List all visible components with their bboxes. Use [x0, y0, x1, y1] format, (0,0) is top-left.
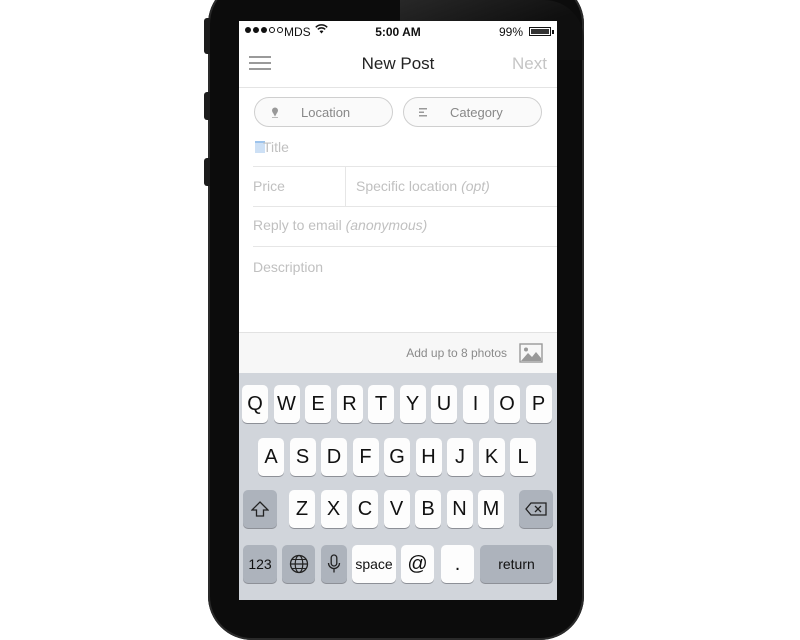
key-b[interactable]: B [415, 490, 441, 528]
key-y[interactable]: Y [399, 385, 426, 423]
location-pin-icon [272, 107, 278, 118]
key-c[interactable]: C [352, 490, 378, 528]
silent-switch [204, 18, 210, 54]
phone-screen: MDS 5:00 AM 99% New Post Next Location C… [239, 21, 557, 600]
key-z[interactable]: Z [289, 490, 315, 528]
location-button[interactable]: Location [254, 97, 393, 127]
key-k[interactable]: K [478, 438, 505, 476]
key-g[interactable]: G [384, 438, 410, 476]
add-photos-label: Add up to 8 photos [406, 346, 507, 360]
key-n[interactable]: N [446, 490, 473, 528]
key-a[interactable]: A [258, 438, 284, 476]
vertical-divider [345, 166, 346, 206]
divider [253, 166, 557, 167]
key-h[interactable]: H [415, 438, 442, 476]
globe-icon [289, 554, 308, 574]
photo-icon[interactable] [519, 343, 543, 363]
key-t[interactable]: T [368, 385, 394, 423]
category-list-icon [419, 108, 427, 117]
key-s[interactable]: S [289, 438, 316, 476]
reply-email-input[interactable]: Reply to email (anonymous) [253, 217, 427, 233]
microphone-icon [327, 554, 341, 573]
volume-up-button [204, 92, 210, 120]
description-input[interactable]: Description [253, 259, 323, 275]
return-key[interactable]: return [480, 545, 553, 583]
key-d[interactable]: D [321, 438, 347, 476]
divider [253, 206, 557, 207]
numbers-key[interactable]: 123 [243, 545, 277, 583]
at-key[interactable]: @ [401, 545, 434, 583]
price-input[interactable]: Price [253, 178, 285, 194]
battery-percentage: 99% [498, 25, 523, 39]
specific-location-input[interactable]: Specific location (opt) [356, 178, 490, 194]
anonymous-hint: (anonymous) [345, 217, 428, 233]
volume-down-button [204, 158, 210, 186]
key-r[interactable]: R [336, 385, 363, 423]
key-i[interactable]: I [462, 385, 489, 423]
key-w[interactable]: W [273, 385, 300, 423]
optional-hint: (opt) [461, 178, 490, 194]
shift-key[interactable] [243, 490, 277, 528]
space-key[interactable]: space [352, 545, 396, 583]
key-e[interactable]: E [305, 385, 331, 423]
key-p[interactable]: P [525, 385, 552, 423]
category-button[interactable]: Category [403, 97, 542, 127]
backspace-key[interactable] [519, 490, 553, 528]
next-button[interactable]: Next [512, 54, 547, 74]
key-j[interactable]: J [447, 438, 473, 476]
page-title: New Post [361, 54, 435, 73]
key-l[interactable]: L [510, 438, 536, 476]
key-f[interactable]: F [352, 438, 379, 476]
key-x[interactable]: X [320, 490, 347, 528]
backspace-icon [525, 502, 547, 516]
microphone-key[interactable] [321, 545, 347, 583]
battery-icon [529, 27, 551, 36]
key-q[interactable]: Q [242, 385, 268, 423]
title-input[interactable]: Title [263, 139, 289, 155]
status-bar: MDS 5:00 AM 99% [239, 21, 557, 43]
battery-tip [552, 30, 554, 34]
globe-key[interactable] [282, 545, 315, 583]
shift-icon [250, 501, 270, 517]
category-label: Category [450, 105, 503, 120]
key-v[interactable]: V [383, 490, 410, 528]
period-key[interactable]: . [441, 545, 474, 583]
key-m[interactable]: M [478, 490, 504, 528]
navigation-bar: New Post Next [239, 43, 557, 88]
keyboard: 123 space @ . return QWERTYUIOP ASDFGHJKL… [239, 373, 557, 600]
reply-email-placeholder: Reply to email [253, 217, 342, 233]
specific-location-placeholder: Specific location [356, 178, 458, 194]
key-o[interactable]: O [494, 385, 520, 423]
key-u[interactable]: U [431, 385, 457, 423]
photo-bar: Add up to 8 photos [239, 332, 557, 374]
divider [253, 246, 557, 247]
location-label: Location [301, 105, 351, 120]
